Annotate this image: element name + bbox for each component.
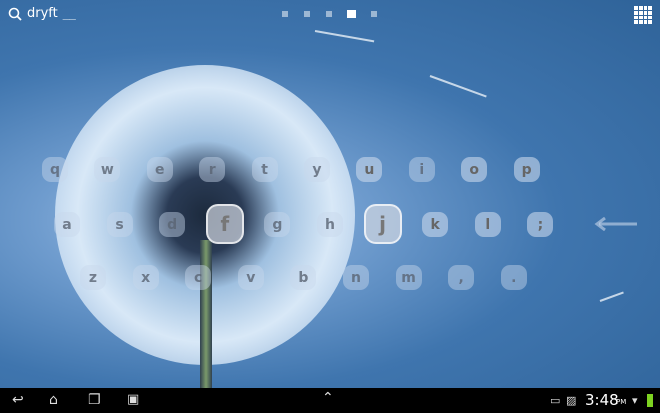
key-f[interactable]: f: [205, 204, 244, 244]
seed-image: [429, 75, 487, 98]
key-d[interactable]: d: [159, 212, 186, 237]
dandelion-stem: [200, 240, 212, 388]
key-c[interactable]: c: [185, 265, 212, 290]
key-v[interactable]: v: [237, 265, 264, 290]
home-icon[interactable]: ⌂: [49, 392, 58, 408]
key-l[interactable]: l: [474, 212, 501, 237]
clock-ampm: PM: [616, 398, 627, 406]
key-r[interactable]: r: [199, 157, 226, 182]
key-a[interactable]: a: [54, 212, 80, 237]
clock-time[interactable]: 3:48: [585, 391, 619, 409]
key-u[interactable]: u: [356, 157, 383, 182]
key-o[interactable]: o: [461, 157, 488, 182]
key-q[interactable]: q: [42, 157, 68, 182]
key-comma[interactable]: ,: [448, 265, 475, 290]
key-e[interactable]: e: [146, 157, 173, 182]
recent-apps-icon[interactable]: ❐: [88, 392, 101, 408]
key-j[interactable]: j: [363, 204, 402, 244]
key-h[interactable]: h: [317, 212, 343, 237]
key-semicolon[interactable]: ;: [527, 212, 554, 237]
key-z[interactable]: z: [80, 265, 106, 290]
key-g[interactable]: g: [264, 212, 291, 237]
key-k[interactable]: k: [422, 212, 449, 237]
key-y[interactable]: y: [304, 157, 330, 182]
apps-grid-icon[interactable]: [634, 6, 652, 24]
chevron-up-icon[interactable]: ⌃: [322, 390, 334, 406]
screenshot-icon[interactable]: ▣: [127, 392, 139, 407]
key-period[interactable]: .: [500, 265, 527, 290]
backspace-arrow-icon[interactable]: [593, 217, 638, 231]
wallpaper: dryft __ q w e r t y u i o p a s d f g h j k l; z x c v b n m,.: [0, 0, 660, 388]
seed-image: [599, 291, 624, 302]
key-p[interactable]: p: [513, 157, 540, 182]
notification-icon[interactable]: ▭: [550, 394, 560, 407]
back-icon[interactable]: ↩: [12, 392, 24, 408]
wifi-icon: ▾: [632, 394, 638, 407]
key-i[interactable]: i: [408, 157, 435, 182]
page-dot[interactable]: [282, 11, 288, 17]
search-widget[interactable]: dryft __: [8, 6, 76, 21]
system-nav-bar: ↩ ⌂ ❐ ▣ ⌃ ▭ ▨ 3:48 PM ▾: [0, 388, 660, 413]
key-n[interactable]: n: [343, 265, 369, 290]
page-dot[interactable]: [371, 11, 377, 17]
gallery-icon[interactable]: ▨: [566, 394, 576, 407]
page-dot-active[interactable]: [347, 10, 356, 18]
key-m[interactable]: m: [395, 265, 422, 290]
key-s[interactable]: s: [106, 212, 133, 237]
seed-image: [314, 30, 375, 43]
search-text: dryft: [27, 6, 58, 21]
key-t[interactable]: t: [251, 157, 278, 182]
key-b[interactable]: b: [290, 265, 317, 290]
battery-icon: [647, 394, 653, 407]
key-w[interactable]: w: [94, 157, 121, 182]
page-dot[interactable]: [326, 11, 332, 17]
key-x[interactable]: x: [132, 265, 159, 290]
page-dot[interactable]: [304, 11, 310, 17]
search-icon: [8, 7, 22, 21]
